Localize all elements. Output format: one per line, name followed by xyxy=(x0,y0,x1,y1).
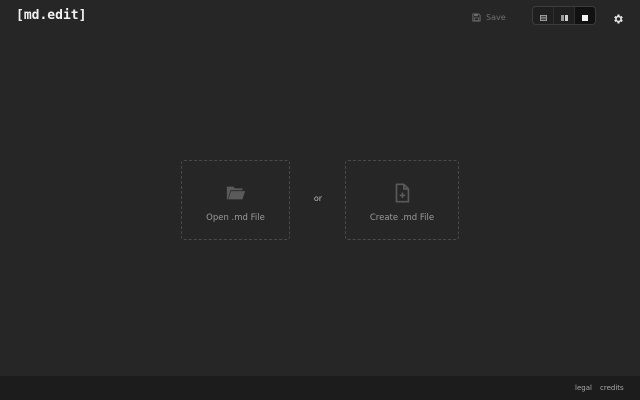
create-file-button[interactable]: Create .md File xyxy=(345,160,459,240)
split-view-button[interactable] xyxy=(553,7,574,24)
save-label: Save xyxy=(486,12,506,22)
or-separator: or xyxy=(313,194,323,203)
app-root: [md.edit] Save Open .md File or Create .… xyxy=(0,0,640,400)
footer: legal credits xyxy=(0,376,640,400)
settings-button[interactable] xyxy=(612,10,624,24)
preview-view-icon xyxy=(582,7,588,24)
save-icon xyxy=(472,12,481,22)
top-bar: [md.edit] Save xyxy=(0,0,640,34)
editor-view-icon xyxy=(539,7,547,24)
app-logo: [md.edit] xyxy=(16,8,87,23)
open-file-button[interactable]: Open .md File xyxy=(181,160,290,240)
file-plus-icon xyxy=(391,182,413,204)
open-file-label: Open .md File xyxy=(206,212,265,223)
save-button[interactable]: Save xyxy=(472,10,506,24)
create-file-label: Create .md File xyxy=(369,212,435,223)
view-mode-toggle xyxy=(532,6,596,25)
editor-view-button[interactable] xyxy=(533,7,553,24)
preview-view-button[interactable] xyxy=(574,7,595,24)
gear-icon xyxy=(612,10,624,29)
credits-link[interactable]: credits xyxy=(600,384,624,392)
legal-link[interactable]: legal xyxy=(575,384,592,392)
split-view-icon xyxy=(560,7,568,24)
folder-open-icon xyxy=(225,182,247,204)
